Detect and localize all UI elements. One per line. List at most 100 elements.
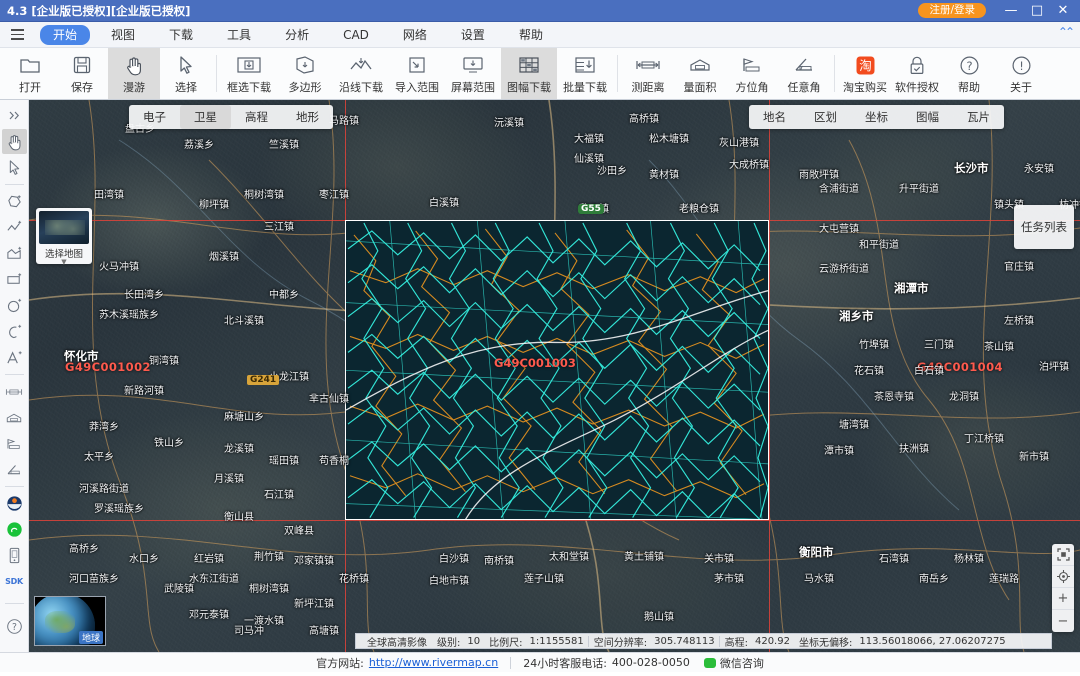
toolbar-sheet-download-label: 图幅下载 xyxy=(507,81,551,94)
rail-expand-button[interactable] xyxy=(2,103,27,128)
layer-picker[interactable]: 选择地图 ▼ xyxy=(36,208,92,266)
basemap-tab-satellite[interactable]: 卫星 xyxy=(180,105,231,129)
locate-button[interactable] xyxy=(1052,566,1074,588)
svg-text:淘: 淘 xyxy=(859,58,872,73)
layer-thumbnail-image xyxy=(39,211,89,244)
tab-analysis[interactable]: 分析 xyxy=(272,25,322,45)
overlay-tab-placename[interactable]: 地名 xyxy=(749,105,800,129)
toolbar-sheet-download-button[interactable]: 图幅下载 xyxy=(501,48,557,99)
toolbar-save-button[interactable]: 保存 xyxy=(56,48,108,99)
task-list-button[interactable]: 任务列表 xyxy=(1014,205,1074,249)
footer-site-link[interactable]: http://www.rivermap.cn xyxy=(369,656,498,669)
rail-polyline-button[interactable] xyxy=(2,215,27,240)
toolbar-polygon-button[interactable]: 多边形 xyxy=(277,48,333,99)
tab-tools[interactable]: 工具 xyxy=(214,25,264,45)
status-scale-value: 1:1155581 xyxy=(529,635,584,647)
rail-measure-area-button[interactable] xyxy=(2,405,27,430)
status-coordinate-label: 坐标无偏移: xyxy=(798,637,853,649)
tab-cad[interactable]: CAD xyxy=(330,25,382,45)
basemap-tab-electronic[interactable]: 电子 xyxy=(129,105,180,129)
rail-separator-4 xyxy=(4,603,24,604)
toolbar-select-label: 选择 xyxy=(175,81,197,94)
basemap-tab-elevation[interactable]: 高程 xyxy=(231,105,282,129)
globe-minimap[interactable]: 地球 xyxy=(34,596,106,646)
rail-sdk-button[interactable]: SDK xyxy=(2,569,27,594)
toolbar-polyline-download-button[interactable]: 沿线下载 xyxy=(333,48,389,99)
toolbar-import-range-button[interactable]: 导入范围 xyxy=(389,48,445,99)
tab-download[interactable]: 下载 xyxy=(156,25,206,45)
ribbon-toolbar: 打开 保存 漫游 选择 框选下载 多边形 沿线下载 导入范围 屏幕范围 图幅下载… xyxy=(0,48,1080,100)
toolbar-batch-download-button[interactable]: 批量下载 xyxy=(557,48,613,99)
minimize-button[interactable]: — xyxy=(998,0,1024,22)
footer-site-label: 官方网站: xyxy=(316,656,364,670)
fullscreen-button[interactable] xyxy=(1052,544,1074,566)
map-canvas[interactable]: G49C001002 G49C001004 G49C001003 长沙市 怀化市… xyxy=(29,100,1080,652)
basemap-tab-terrain[interactable]: 地形 xyxy=(282,105,333,129)
toolbar-measure-area-button[interactable]: 量面积 xyxy=(674,48,726,99)
sdk-text-icon: SDK xyxy=(5,577,23,586)
toolbar-select-button[interactable]: 选择 xyxy=(160,48,212,99)
cursor-arrow-icon xyxy=(9,160,19,175)
toolbar-about-button[interactable]: ! 关于 xyxy=(995,48,1047,99)
rail-pan-button[interactable] xyxy=(1,129,27,154)
rail-wechat-button[interactable] xyxy=(2,517,27,542)
azimuth-icon xyxy=(740,52,764,78)
status-scale-label: 比例尺: xyxy=(489,637,523,649)
rail-rectangle-button[interactable] xyxy=(2,267,27,292)
rail-area-button[interactable] xyxy=(2,241,27,266)
tab-start[interactable]: 开始 xyxy=(40,24,91,45)
rail-measure-distance-button[interactable] xyxy=(2,379,27,404)
toolbar-azimuth-button[interactable]: 方位角 xyxy=(726,48,778,99)
toolbar-pan-button[interactable]: 漫游 xyxy=(108,48,160,99)
toolbar-batch-download-label: 批量下载 xyxy=(563,81,607,94)
zoom-in-button[interactable]: + xyxy=(1052,588,1074,610)
toolbar-measure-distance-button[interactable]: 测距离 xyxy=(622,48,674,99)
rail-text-button[interactable] xyxy=(2,345,27,370)
toolbar-rect-download-label: 框选下载 xyxy=(227,81,271,94)
overlay-tab-tile[interactable]: 瓦片 xyxy=(953,105,1004,129)
question-circle-icon: ? xyxy=(959,52,980,78)
register-login-button[interactable]: 注册/登录 xyxy=(918,2,986,19)
close-button[interactable]: ✕ xyxy=(1050,0,1076,22)
rail-rivermap-button[interactable] xyxy=(2,491,27,516)
toolbar-screen-range-label: 屏幕范围 xyxy=(451,81,495,94)
tab-view[interactable]: 视图 xyxy=(98,25,148,45)
polyline-download-icon xyxy=(348,52,374,78)
main-area: SDK ? G49C001002 G49C001004 G49C001003 长… xyxy=(0,100,1080,652)
toolbar-help-button[interactable]: ? 帮助 xyxy=(943,48,995,99)
rail-any-angle-button[interactable] xyxy=(2,457,27,482)
toolbar-license-button[interactable]: 软件授权 xyxy=(891,48,943,99)
toolbar-screen-range-button[interactable]: 屏幕范围 xyxy=(445,48,501,99)
screen-range-icon xyxy=(461,52,485,78)
status-level-value: 10 xyxy=(467,635,481,647)
rail-device-button[interactable] xyxy=(2,543,27,568)
toolbar-taobao-button[interactable]: 淘 淘宝购买 xyxy=(839,48,891,99)
rail-circle-button[interactable] xyxy=(2,293,27,318)
tab-settings[interactable]: 设置 xyxy=(448,25,498,45)
overlay-tab-district[interactable]: 区划 xyxy=(800,105,851,129)
download-selection-block[interactable] xyxy=(345,220,769,520)
rail-select-button[interactable] xyxy=(2,155,27,180)
maximize-button[interactable]: □ xyxy=(1024,0,1050,22)
tab-network[interactable]: 网络 xyxy=(390,25,440,45)
rail-azimuth-button[interactable] xyxy=(2,431,27,456)
svg-text:?: ? xyxy=(966,59,972,73)
toolbar-open-button[interactable]: 打开 xyxy=(4,48,56,99)
chevron-up-icon[interactable]: ⌃⌃ xyxy=(1058,25,1075,39)
footer-wechat-label[interactable]: 微信咨询 xyxy=(720,655,764,671)
tab-help[interactable]: 帮助 xyxy=(506,25,556,45)
rail-arc-button[interactable] xyxy=(2,319,27,344)
toolbar-any-angle-button[interactable]: 任意角 xyxy=(778,48,830,99)
toolbar-taobao-label: 淘宝购买 xyxy=(843,81,887,94)
menu-hamburger-icon[interactable] xyxy=(4,25,30,45)
toolbar-pan-label: 漫游 xyxy=(123,81,145,94)
rail-polygon-button[interactable] xyxy=(2,189,27,214)
zoom-out-button[interactable]: − xyxy=(1052,610,1074,632)
toolbar-rect-download-button[interactable]: 框选下载 xyxy=(221,48,277,99)
rail-help-button[interactable]: ? xyxy=(2,614,27,639)
rivermap-logo-icon xyxy=(6,496,22,511)
footer-bar: 官方网站: http://www.rivermap.cn 24小时客服电话: 4… xyxy=(0,652,1080,672)
toolbar-about-label: 关于 xyxy=(1010,81,1032,94)
overlay-tab-coordinate[interactable]: 坐标 xyxy=(851,105,902,129)
overlay-tab-sheet[interactable]: 图幅 xyxy=(902,105,953,129)
